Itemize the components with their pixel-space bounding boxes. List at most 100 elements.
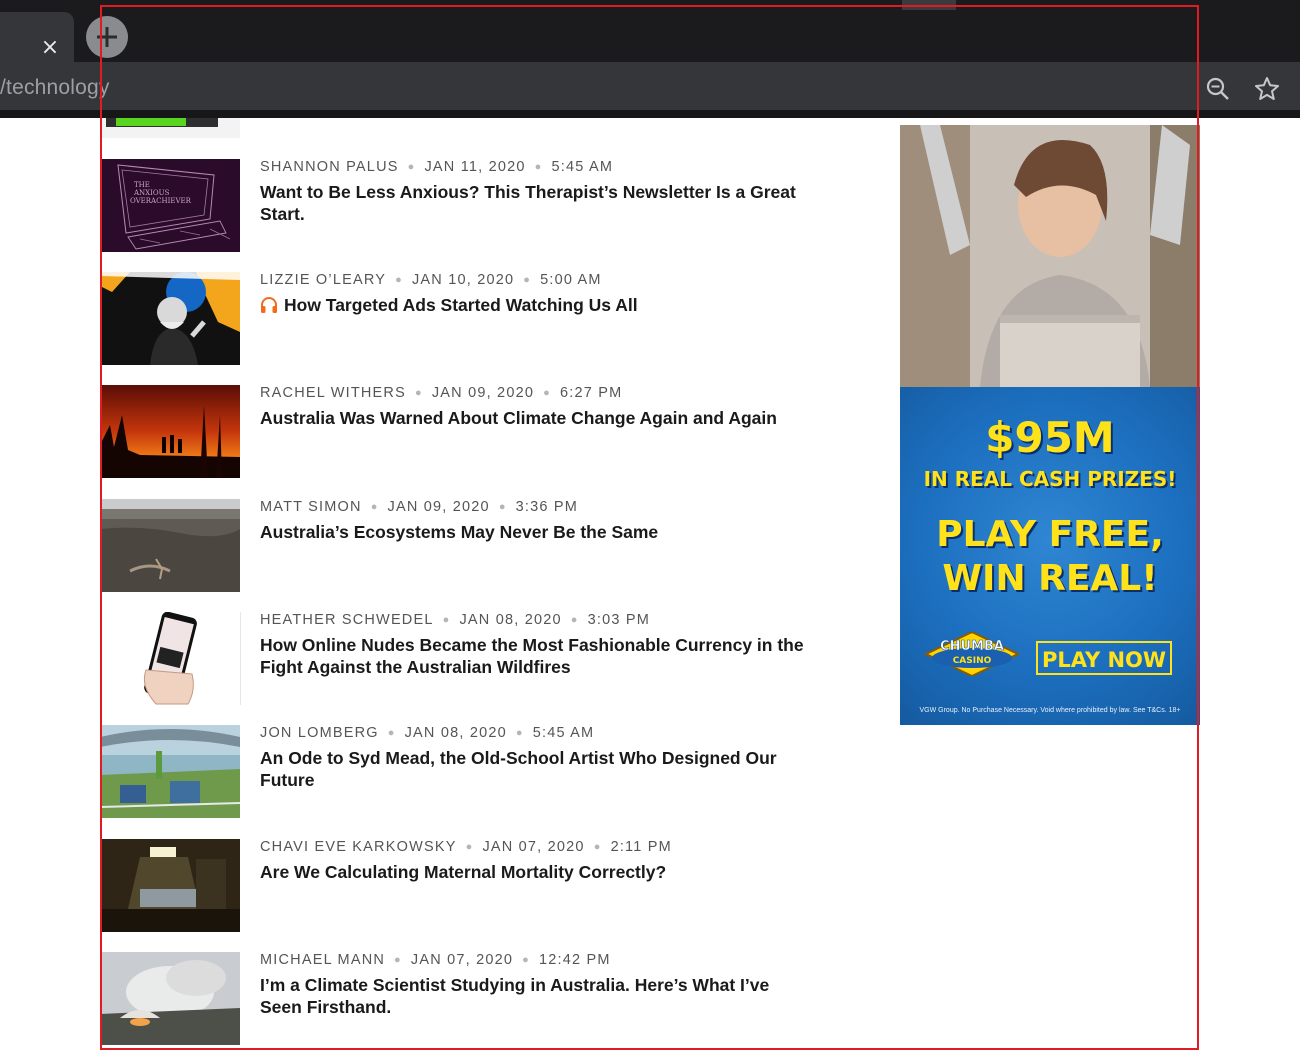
tab-strip — [0, 0, 1300, 62]
advertisement[interactable]: $95M IN REAL CASH PRIZES! PLAY FREE, WIN… — [900, 125, 1200, 725]
author-link[interactable]: LIZZIE O’LEARY — [260, 272, 386, 288]
article-time: 5:45 AM — [551, 159, 614, 175]
article-thumbnail[interactable] — [100, 272, 240, 365]
list-item: MATT SIMON ● JAN 09, 2020 ● 3:36 PM Australi… — [100, 499, 820, 592]
article-thumbnail[interactable] — [100, 499, 240, 592]
smoke-fire-photo — [100, 952, 240, 1045]
headline-text[interactable]: How Online Nudes Became the Most Fashion… — [260, 635, 804, 677]
logo-text-bottom: CASINO — [953, 656, 992, 666]
browser-chrome: × /technology — [0, 0, 1300, 118]
list-item: CHAVI EVE KARKOWSKY ● JAN 07, 2020 ● 2:11 PM… — [100, 839, 820, 932]
article-headline[interactable]: Are We Calculating Maternal Mortality Co… — [260, 861, 810, 883]
woman-laptop-illustration — [900, 125, 1200, 387]
new-tab-button[interactable] — [86, 16, 128, 58]
ad-photo — [900, 125, 1200, 387]
article-meta: JON LOMBERG ● JAN 08, 2020 ● 5:45 AM — [260, 725, 595, 741]
article-meta: SHANNON PALUS ● JAN 11, 2020 ● 5:45 AM — [260, 159, 614, 175]
article-thumbnail[interactable] — [100, 612, 241, 705]
article-headline[interactable]: Want to Be Less Anxious? This Therapist’… — [260, 181, 810, 225]
headline-text[interactable]: Are We Calculating Maternal Mortality Co… — [260, 862, 666, 882]
article-date: JAN 07, 2020 — [482, 839, 585, 855]
article-thumbnail[interactable] — [100, 385, 240, 478]
headphones-icon — [261, 297, 277, 313]
hospital-room-photo — [100, 839, 240, 932]
svg-text:ANXIOUS: ANXIOUS — [133, 189, 170, 197]
ad-prizes: IN REAL CASH PRIZES! — [923, 467, 1177, 491]
thumbnail-text: THE — [134, 181, 150, 189]
article-headline[interactable]: An Ode to Syd Mead, the Old-School Artis… — [260, 747, 810, 791]
zoom-out-icon[interactable] — [1205, 76, 1231, 102]
article-meta: RACHEL WITHERS ● JAN 09, 2020 ● 6:27 PM — [260, 385, 623, 401]
ad-slogan-line2: WIN REAL! — [942, 558, 1158, 599]
headline-text[interactable]: An Ode to Syd Mead, the Old-School Artis… — [260, 748, 777, 790]
star-icon[interactable] — [1254, 76, 1280, 102]
list-item: RACHEL WITHERS ● JAN 09, 2020 ● 6:27 PM Aust… — [100, 385, 820, 478]
headline-text[interactable]: Want to Be Less Anxious? This Therapist’… — [260, 182, 796, 224]
article-date: JAN 08, 2020 — [404, 725, 507, 741]
article-headline[interactable]: How Targeted Ads Started Watching Us All — [260, 294, 810, 316]
list-item: MICHAEL MANN ● JAN 07, 2020 ● 12:42 PM I’m a… — [100, 952, 820, 1045]
list-item: HEATHER SCHWEDEL ● JAN 08, 2020 ● 3:03 PM Ho… — [100, 612, 820, 705]
svg-text:OVERACHIEVER: OVERACHIEVER — [130, 197, 192, 205]
article-meta: MICHAEL MANN ● JAN 07, 2020 ● 12:42 PM — [260, 952, 611, 968]
article-headline[interactable]: How Online Nudes Became the Most Fashion… — [260, 634, 810, 678]
bushfire-photo — [100, 385, 240, 478]
ad-slogan: PLAY FREE, WIN REAL! — [900, 513, 1200, 601]
article-thumbnail[interactable] — [100, 725, 240, 818]
headline-text[interactable]: Australia’s Ecosystems May Never Be the … — [260, 522, 658, 542]
article-headline[interactable]: I’m a Climate Scientist Studying in Aust… — [260, 974, 810, 1018]
author-link[interactable]: SHANNON PALUS — [260, 159, 399, 175]
article-time: 3:03 PM — [587, 612, 651, 628]
phone-hand-illustration — [100, 612, 240, 705]
page-content: THE ANXIOUS OVERACHIEVER SHANNON PALUS ● J… — [0, 118, 1300, 1056]
author-link[interactable]: HEATHER SCHWEDEL — [260, 612, 434, 628]
ad-amount: $95M — [985, 413, 1115, 462]
article-thumbnail[interactable] — [100, 118, 240, 138]
article-time: 12:42 PM — [539, 952, 611, 968]
list-item: JON LOMBERG ● JAN 08, 2020 ● 5:45 AM An Ode … — [100, 725, 820, 818]
article-date: JAN 10, 2020 — [411, 272, 515, 288]
browser-toolbar — [0, 62, 1300, 112]
ad-slogan-line1: PLAY FREE, — [936, 514, 1164, 555]
speaker-photo — [100, 272, 240, 365]
list-item: THE ANXIOUS OVERACHIEVER SHANNON PALUS ● J… — [100, 159, 820, 252]
author-link[interactable]: RACHEL WITHERS — [260, 385, 406, 401]
article-time: 5:45 AM — [532, 725, 595, 741]
article-thumbnail[interactable] — [100, 839, 240, 932]
author-link[interactable]: MATT SIMON — [260, 499, 362, 515]
article-headline[interactable]: Australia Was Warned About Climate Chang… — [260, 407, 810, 429]
plus-icon — [97, 27, 117, 47]
chumba-casino-logo: CHUMBA CASINO — [924, 632, 1020, 676]
address-bar[interactable]: /technology — [0, 76, 110, 100]
article-date: JAN 09, 2020 — [431, 385, 535, 401]
ad-fine-print: VGW Group. No Purchase Necessary. Void w… — [919, 707, 1181, 714]
article-thumbnail[interactable]: THE ANXIOUS OVERACHIEVER — [100, 159, 240, 252]
list-item: LIZZIE O’LEARY ● JAN 10, 2020 ● 5:00 AM How … — [100, 272, 820, 365]
ad-play-now-button[interactable]: PLAY NOW — [1036, 641, 1172, 675]
headline-text[interactable]: How Targeted Ads Started Watching Us All — [284, 295, 638, 315]
article-date: JAN 11, 2020 — [424, 159, 526, 175]
thumbnail-fragment-green — [116, 118, 186, 126]
headline-text[interactable]: Australia Was Warned About Climate Chang… — [260, 408, 777, 428]
author-link[interactable]: MICHAEL MANN — [260, 952, 385, 968]
article-time: 5:00 AM — [540, 272, 602, 288]
article-meta: HEATHER SCHWEDEL ● JAN 08, 2020 ● 3:03 PM — [260, 612, 651, 628]
browser-tab[interactable]: × — [0, 12, 74, 62]
article-date: JAN 09, 2020 — [387, 499, 490, 515]
article-time: 2:11 PM — [610, 839, 672, 855]
author-link[interactable]: CHAVI EVE KARKOWSKY — [260, 839, 457, 855]
toolbar-divider — [0, 110, 1300, 118]
ad-banner: $95M IN REAL CASH PRIZES! PLAY FREE, WIN… — [900, 387, 1200, 725]
article-thumbnail[interactable] — [100, 952, 240, 1045]
article-meta: MATT SIMON ● JAN 09, 2020 ● 3:36 PM — [260, 499, 579, 515]
author-link[interactable]: JON LOMBERG — [260, 725, 379, 741]
article-headline[interactable]: Australia’s Ecosystems May Never Be the … — [260, 521, 810, 543]
article-meta: LIZZIE O’LEARY ● JAN 10, 2020 ● 5:00 AM — [260, 272, 602, 288]
close-icon[interactable]: × — [38, 36, 62, 60]
logo-text-top: CHUMBA — [940, 639, 1004, 654]
article-date: JAN 07, 2020 — [410, 952, 514, 968]
futuristic-city-illustration — [100, 725, 240, 818]
article-date: JAN 08, 2020 — [459, 612, 562, 628]
burnt-landscape-photo — [100, 499, 240, 592]
headline-text[interactable]: I’m a Climate Scientist Studying in Aust… — [260, 975, 769, 1017]
